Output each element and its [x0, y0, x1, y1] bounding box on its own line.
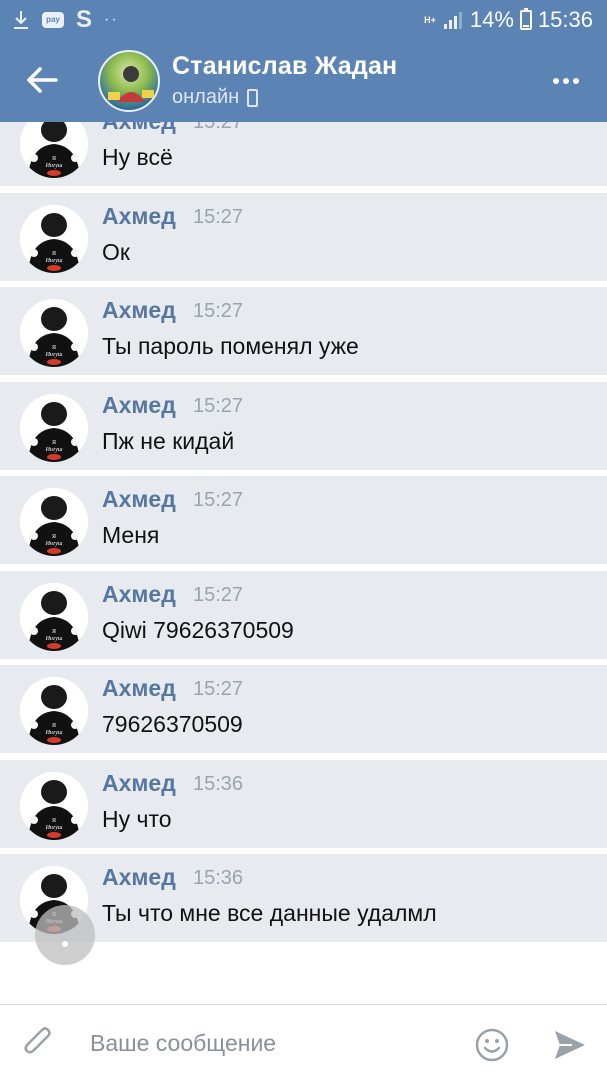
dot-icon: [553, 78, 559, 84]
message-input[interactable]: [90, 1025, 450, 1061]
message-time: 15:27: [193, 122, 244, 133]
battery-fill: [522, 24, 529, 27]
svg-text:Я: Я: [52, 723, 56, 729]
svg-text:Я: Я: [52, 818, 56, 824]
signal-icon: [442, 10, 464, 30]
scroll-down-button[interactable]: [35, 905, 95, 965]
scroll-indicator-icon: [62, 941, 68, 947]
message-time: 15:27: [193, 300, 244, 322]
sender-avatar[interactable]: ЯИнгуш: [20, 122, 88, 178]
more-notifications-icon: ··: [104, 11, 119, 28]
sender-avatar[interactable]: ЯИнгуш: [20, 582, 88, 651]
chat-header: Станислав Жадан онлайн: [0, 40, 607, 122]
sender-avatar[interactable]: ЯИнгуш: [20, 299, 88, 367]
dot-icon: [573, 78, 579, 84]
message-row[interactable]: Я Ингуш Ахмед 15:27 Пж не кидай: [0, 381, 607, 470]
pay-icon: pay: [42, 12, 64, 28]
dot-icon: [563, 78, 569, 84]
message-text: Ну что: [102, 805, 172, 832]
message-time: 15:27: [193, 678, 244, 700]
message-time: 15:36: [193, 772, 244, 795]
message-text: 79626370509: [102, 711, 243, 737]
message-row[interactable]: ЯИнгуш Ахмед 15:27 Ну всё: [0, 122, 607, 186]
sender-name[interactable]: Ахмед: [102, 122, 176, 135]
message-time: 15:27: [193, 489, 244, 511]
message-text: Ты пароль поменял уже: [102, 333, 359, 359]
svg-text:Я: Я: [52, 629, 56, 635]
status-bar: pay S ·· H+ 14% 15:36: [0, 0, 607, 40]
sender-avatar[interactable]: ЯИнгуш: [20, 677, 88, 745]
arrow-left-icon: [27, 67, 58, 93]
battery-percent: 14%: [469, 7, 514, 32]
message-row[interactable]: Я Ингуш Ахмед 15:27 Ок: [0, 192, 607, 281]
svg-text:Ингуш: Ингуш: [45, 447, 63, 453]
svg-text:Я: Я: [52, 534, 56, 540]
status-bar-right: H+ 14% 15:36: [424, 7, 593, 33]
mobile-phone-icon: [247, 88, 259, 107]
sender-name[interactable]: Ахмед: [102, 297, 176, 324]
sender-name[interactable]: Ахмед: [102, 864, 176, 891]
message-row[interactable]: Я Ингуш Ахмед 15:36 Ну что: [0, 759, 607, 848]
more-options-button[interactable]: [549, 68, 583, 94]
samsung-pay-icon: S: [76, 6, 93, 33]
sender-avatar[interactable]: ЯИнгуш: [20, 204, 88, 273]
paperclip-icon: [24, 1027, 51, 1054]
message-time: 15:27: [193, 583, 244, 606]
contact-avatar[interactable]: [98, 50, 160, 112]
sender-avatar[interactable]: ЯИнгуш: [20, 771, 88, 840]
emoji-icon: [475, 1028, 509, 1062]
emoji-button[interactable]: [474, 1027, 510, 1063]
online-status-text: онлайн: [172, 86, 240, 108]
message-row[interactable]: Я Ингуш Ахмед 15:27 Меня: [0, 476, 607, 564]
svg-text:Ингуш: Ингуш: [45, 541, 63, 547]
send-button[interactable]: [552, 1027, 588, 1063]
svg-text:Я: Я: [52, 156, 56, 162]
battery-icon: [519, 8, 532, 30]
svg-text:Ингуш: Ингуш: [45, 730, 63, 736]
svg-text:Я: Я: [52, 345, 56, 351]
message-list[interactable]: ЯИнгушАхмед15:27Ну всёЯИнгушАхмед15:27Ок…: [0, 122, 607, 950]
sender-name[interactable]: Ахмед: [102, 675, 176, 702]
network-type-icon: H+: [424, 14, 436, 25]
sender-name[interactable]: Ахмед: [102, 486, 176, 513]
sender-name[interactable]: Ахмед: [102, 203, 176, 230]
svg-text:Ингуш: Ингуш: [45, 163, 63, 169]
message-row[interactable]: Я Ингуш Ахмед 15:27 Qiwi 79626370509: [0, 570, 607, 659]
svg-text:Ингуш: Ингуш: [45, 825, 63, 831]
svg-text:Я: Я: [52, 440, 56, 446]
message-row[interactable]: Я Ингуш Ахмед 15:27 79626370509: [0, 665, 607, 753]
sender-name[interactable]: Ахмед: [102, 581, 176, 608]
status-bar-left: pay S ··: [12, 6, 119, 34]
status-time: 15:36: [537, 7, 593, 32]
svg-text:Ингуш: Ингуш: [45, 636, 63, 642]
message-time: 15:27: [193, 205, 244, 228]
contact-name[interactable]: Станислав Жадан: [172, 52, 397, 81]
message-text: Пж не кидай: [102, 427, 235, 454]
sender-name[interactable]: Ахмед: [102, 770, 176, 797]
svg-text:Я: Я: [52, 251, 56, 257]
sender-name[interactable]: Ахмед: [102, 392, 176, 419]
message-text: Меня: [102, 522, 160, 548]
contact-status: онлайн: [172, 86, 259, 109]
svg-text:Ингуш: Ингуш: [45, 258, 63, 264]
message-input-bar: [0, 1004, 607, 1080]
svg-text:Ингуш: Ингуш: [45, 352, 63, 358]
message-time: 15:27: [193, 394, 244, 417]
sender-avatar[interactable]: ЯИнгуш: [20, 488, 88, 556]
attach-button[interactable]: [20, 1023, 60, 1063]
message-row[interactable]: Я Ингуш Ахмед 15:27 Ты пароль поменял уже: [0, 287, 607, 375]
message-text: Ты что мне все данные удалмл: [102, 900, 437, 926]
sender-avatar[interactable]: ЯИнгуш: [20, 393, 88, 462]
message-text: Ок: [102, 238, 130, 265]
message-text: Ну всё: [102, 144, 173, 170]
message-time: 15:36: [193, 867, 244, 889]
back-button[interactable]: [22, 60, 62, 100]
send-icon: [555, 1031, 585, 1059]
message-text: Qiwi 79626370509: [102, 616, 294, 643]
download-icon: [12, 9, 30, 31]
